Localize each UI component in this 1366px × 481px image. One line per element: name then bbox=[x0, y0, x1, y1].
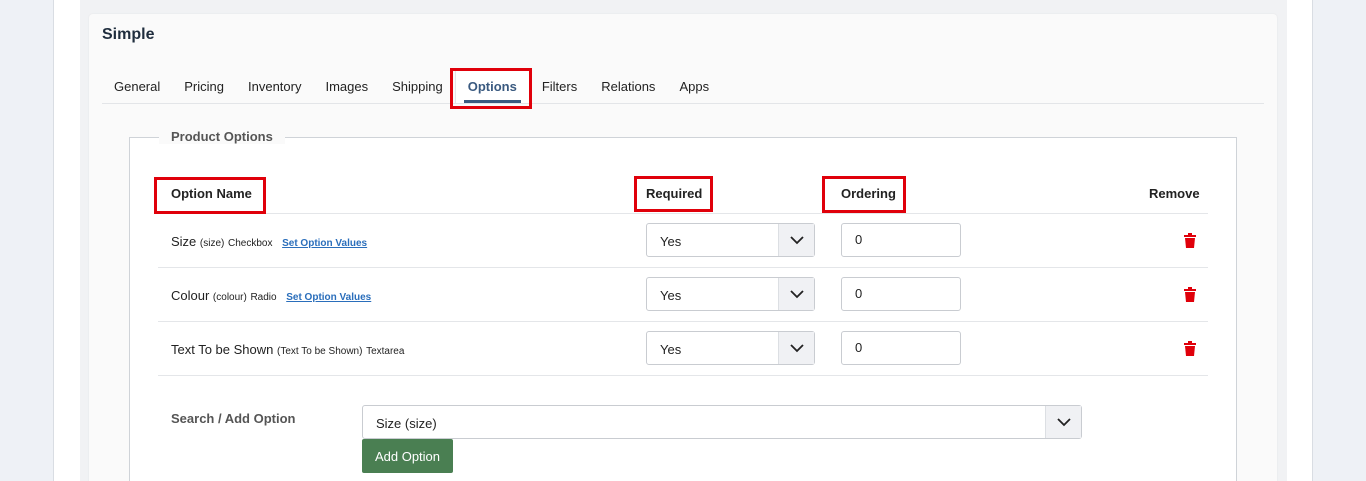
tab-filters[interactable]: Filters bbox=[529, 70, 590, 103]
required-select[interactable]: Yes bbox=[646, 331, 815, 365]
option-code: (size) bbox=[199, 238, 225, 249]
ordering-input[interactable]: 0 bbox=[841, 277, 961, 311]
chevron-down-icon bbox=[778, 332, 814, 364]
tab-inventory[interactable]: Inventory bbox=[236, 70, 314, 103]
tab-general[interactable]: General bbox=[102, 70, 173, 103]
set-option-values-link[interactable]: Set Option Values bbox=[282, 238, 367, 249]
required-value: Yes bbox=[660, 342, 682, 357]
chevron-down-icon bbox=[778, 224, 814, 256]
column-option-name: Option Name bbox=[171, 186, 252, 201]
add-option-button[interactable]: Add Option bbox=[362, 439, 453, 473]
chevron-down-icon bbox=[778, 278, 814, 310]
column-required: Required bbox=[646, 186, 703, 201]
search-option-value: Size (size) bbox=[376, 416, 437, 431]
trash-icon[interactable] bbox=[1183, 287, 1197, 303]
card-title: Simple bbox=[102, 26, 155, 43]
option-type: Textarea bbox=[366, 346, 405, 357]
required-value: Yes bbox=[660, 288, 682, 303]
option-type: Checkbox bbox=[228, 238, 273, 249]
trash-icon[interactable] bbox=[1183, 341, 1197, 357]
ordering-input[interactable]: 0 bbox=[841, 331, 961, 365]
tab-images[interactable]: Images bbox=[313, 70, 381, 103]
option-row-colour: Colour (colour) Radio Set Option Values bbox=[171, 288, 371, 303]
option-row-text: Text To be Shown (Text To be Shown) Text… bbox=[171, 342, 404, 357]
fieldset-legend: Product Options bbox=[159, 129, 285, 144]
tab-relations[interactable]: Relations bbox=[589, 70, 668, 103]
set-option-values-link[interactable]: Set Option Values bbox=[286, 292, 371, 303]
required-value: Yes bbox=[660, 234, 682, 249]
option-label: Size bbox=[171, 234, 197, 249]
option-code: (Text To be Shown) bbox=[277, 346, 363, 357]
option-label: Text To be Shown bbox=[171, 342, 274, 357]
row-divider bbox=[158, 213, 1208, 214]
row-divider bbox=[158, 375, 1208, 376]
tab-bar: General Pricing Inventory Images Shippin… bbox=[102, 70, 1264, 104]
option-type: Radio bbox=[250, 292, 277, 303]
tab-apps[interactable]: Apps bbox=[667, 70, 722, 103]
column-ordering: Ordering bbox=[841, 186, 896, 201]
search-option-select[interactable]: Size (size) bbox=[362, 405, 1082, 439]
chevron-down-icon bbox=[1045, 406, 1081, 438]
tab-options[interactable]: Options bbox=[454, 70, 530, 103]
row-divider bbox=[158, 267, 1208, 268]
tab-pricing[interactable]: Pricing bbox=[172, 70, 236, 103]
trash-icon[interactable] bbox=[1183, 233, 1197, 249]
column-remove: Remove bbox=[1149, 186, 1200, 201]
option-label: Colour bbox=[171, 288, 210, 303]
ordering-input[interactable]: 0 bbox=[841, 223, 961, 257]
option-code: (colour) bbox=[212, 292, 247, 303]
required-select[interactable]: Yes bbox=[646, 277, 815, 311]
search-add-label: Search / Add Option bbox=[171, 411, 296, 426]
option-row-size: Size (size) Checkbox Set Option Values bbox=[171, 234, 367, 249]
required-select[interactable]: Yes bbox=[646, 223, 815, 257]
row-divider bbox=[158, 321, 1208, 322]
tab-shipping[interactable]: Shipping bbox=[380, 70, 455, 103]
